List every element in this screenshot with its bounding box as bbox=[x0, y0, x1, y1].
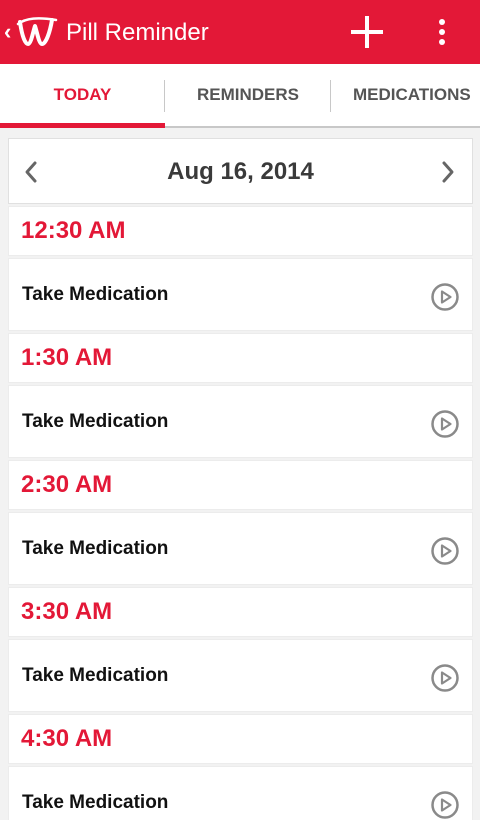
tab-medications[interactable]: MEDICATIONS bbox=[331, 64, 480, 128]
play-circle-icon[interactable] bbox=[430, 536, 460, 566]
tab-reminders[interactable]: REMINDERS bbox=[165, 64, 331, 128]
back-chevron-icon[interactable]: ‹ bbox=[4, 18, 16, 46]
time-header: 3:30 AM bbox=[8, 587, 473, 637]
list-item[interactable]: Take Medication bbox=[8, 512, 473, 585]
walgreens-logo-icon[interactable] bbox=[16, 14, 58, 50]
tab-label: MEDICATIONS bbox=[353, 85, 471, 104]
list-item[interactable]: Take Medication bbox=[8, 258, 473, 331]
date-navigator: Aug 16, 2014 bbox=[8, 138, 473, 204]
time-header: 12:30 AM bbox=[8, 206, 473, 256]
time-header: 1:30 AM bbox=[8, 333, 473, 383]
app-title: Pill Reminder bbox=[66, 19, 209, 46]
current-date: Aug 16, 2014 bbox=[167, 158, 314, 185]
list-item-label: Take Medication bbox=[22, 410, 169, 432]
time-header: 4:30 AM bbox=[8, 714, 473, 764]
tab-label: REMINDERS bbox=[196, 85, 299, 104]
tab-today[interactable]: TODAY bbox=[0, 64, 165, 128]
time-header: 2:30 AM bbox=[8, 460, 473, 510]
add-icon[interactable] bbox=[344, 10, 390, 54]
play-circle-icon[interactable] bbox=[430, 790, 460, 820]
list-item[interactable]: Take Medication bbox=[8, 639, 473, 712]
chevron-right-icon[interactable] bbox=[436, 159, 460, 185]
schedule-list[interactable]: Aug 16, 2014 12:30 AM Take Medication 1:… bbox=[8, 138, 473, 820]
list-item-label: Take Medication bbox=[22, 791, 169, 813]
list-item-label: Take Medication bbox=[22, 283, 169, 305]
list-item-label: Take Medication bbox=[22, 664, 169, 686]
play-circle-icon[interactable] bbox=[430, 409, 460, 439]
list-item[interactable]: Take Medication bbox=[8, 385, 473, 458]
play-circle-icon[interactable] bbox=[430, 663, 460, 693]
app-bar: ‹ Pill Reminder bbox=[0, 0, 480, 64]
play-circle-icon[interactable] bbox=[430, 282, 460, 312]
list-item[interactable]: Take Medication bbox=[8, 766, 473, 820]
overflow-menu-icon[interactable] bbox=[426, 12, 458, 52]
tab-bar: TODAY REMINDERS MEDICATIONS bbox=[0, 64, 480, 128]
tab-label: TODAY bbox=[53, 85, 112, 104]
list-item-label: Take Medication bbox=[22, 537, 169, 559]
